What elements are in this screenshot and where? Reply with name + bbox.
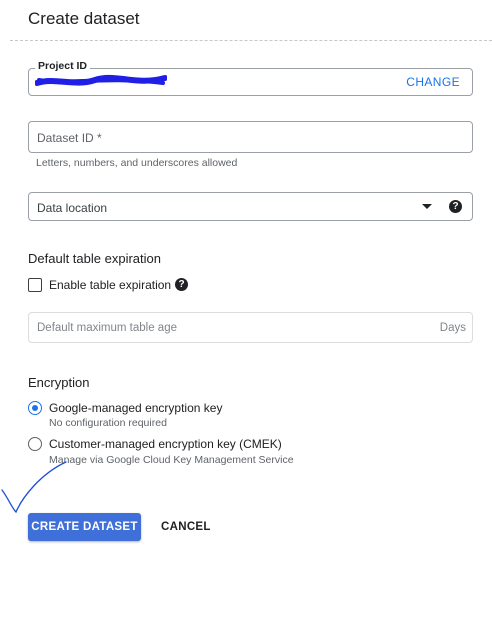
annotation-checkmark [1, 461, 67, 514]
days-suffix: Days [439, 322, 466, 334]
google-managed-description: No configuration required [49, 417, 167, 429]
redaction-scribble [35, 74, 167, 86]
google-managed-label[interactable]: Google-managed encryption key [49, 401, 222, 415]
dialog-title: Create dataset [28, 9, 140, 28]
header-divider [10, 40, 492, 41]
dataset-id-placeholder: Dataset ID * [37, 131, 102, 145]
enable-expiration-label[interactable]: Enable table expiration [49, 278, 171, 292]
enable-expiration-checkbox[interactable] [28, 278, 42, 292]
expiration-heading: Default table expiration [28, 251, 161, 266]
project-id-label: Project ID [35, 60, 91, 72]
dataset-id-input[interactable]: Dataset ID * [28, 121, 473, 153]
encryption-heading: Encryption [28, 375, 90, 390]
customer-managed-radio[interactable] [28, 437, 42, 451]
max-table-age-placeholder: Default maximum table age [37, 322, 177, 334]
radio-selected-dot [32, 405, 38, 411]
data-location-select[interactable]: Data location ? [28, 192, 473, 221]
help-icon[interactable]: ? [449, 200, 462, 213]
dataset-id-hint: Letters, numbers, and underscores allowe… [36, 157, 238, 169]
create-dataset-button[interactable]: CREATE DATASET [28, 513, 141, 541]
change-button[interactable]: CHANGE [406, 75, 460, 89]
max-table-age-input[interactable]: Default maximum table age Days [28, 312, 473, 343]
customer-managed-label[interactable]: Customer-managed encryption key (CMEK) [49, 437, 282, 451]
google-managed-radio[interactable] [28, 401, 42, 415]
customer-managed-description: Manage via Google Cloud Key Management S… [49, 454, 294, 466]
chevron-down-icon [422, 204, 432, 209]
data-location-placeholder: Data location [37, 201, 108, 215]
help-icon[interactable]: ? [175, 278, 188, 291]
project-id-field[interactable]: Project ID CHANGE [28, 60, 473, 96]
cancel-button[interactable]: CANCEL [161, 513, 211, 541]
